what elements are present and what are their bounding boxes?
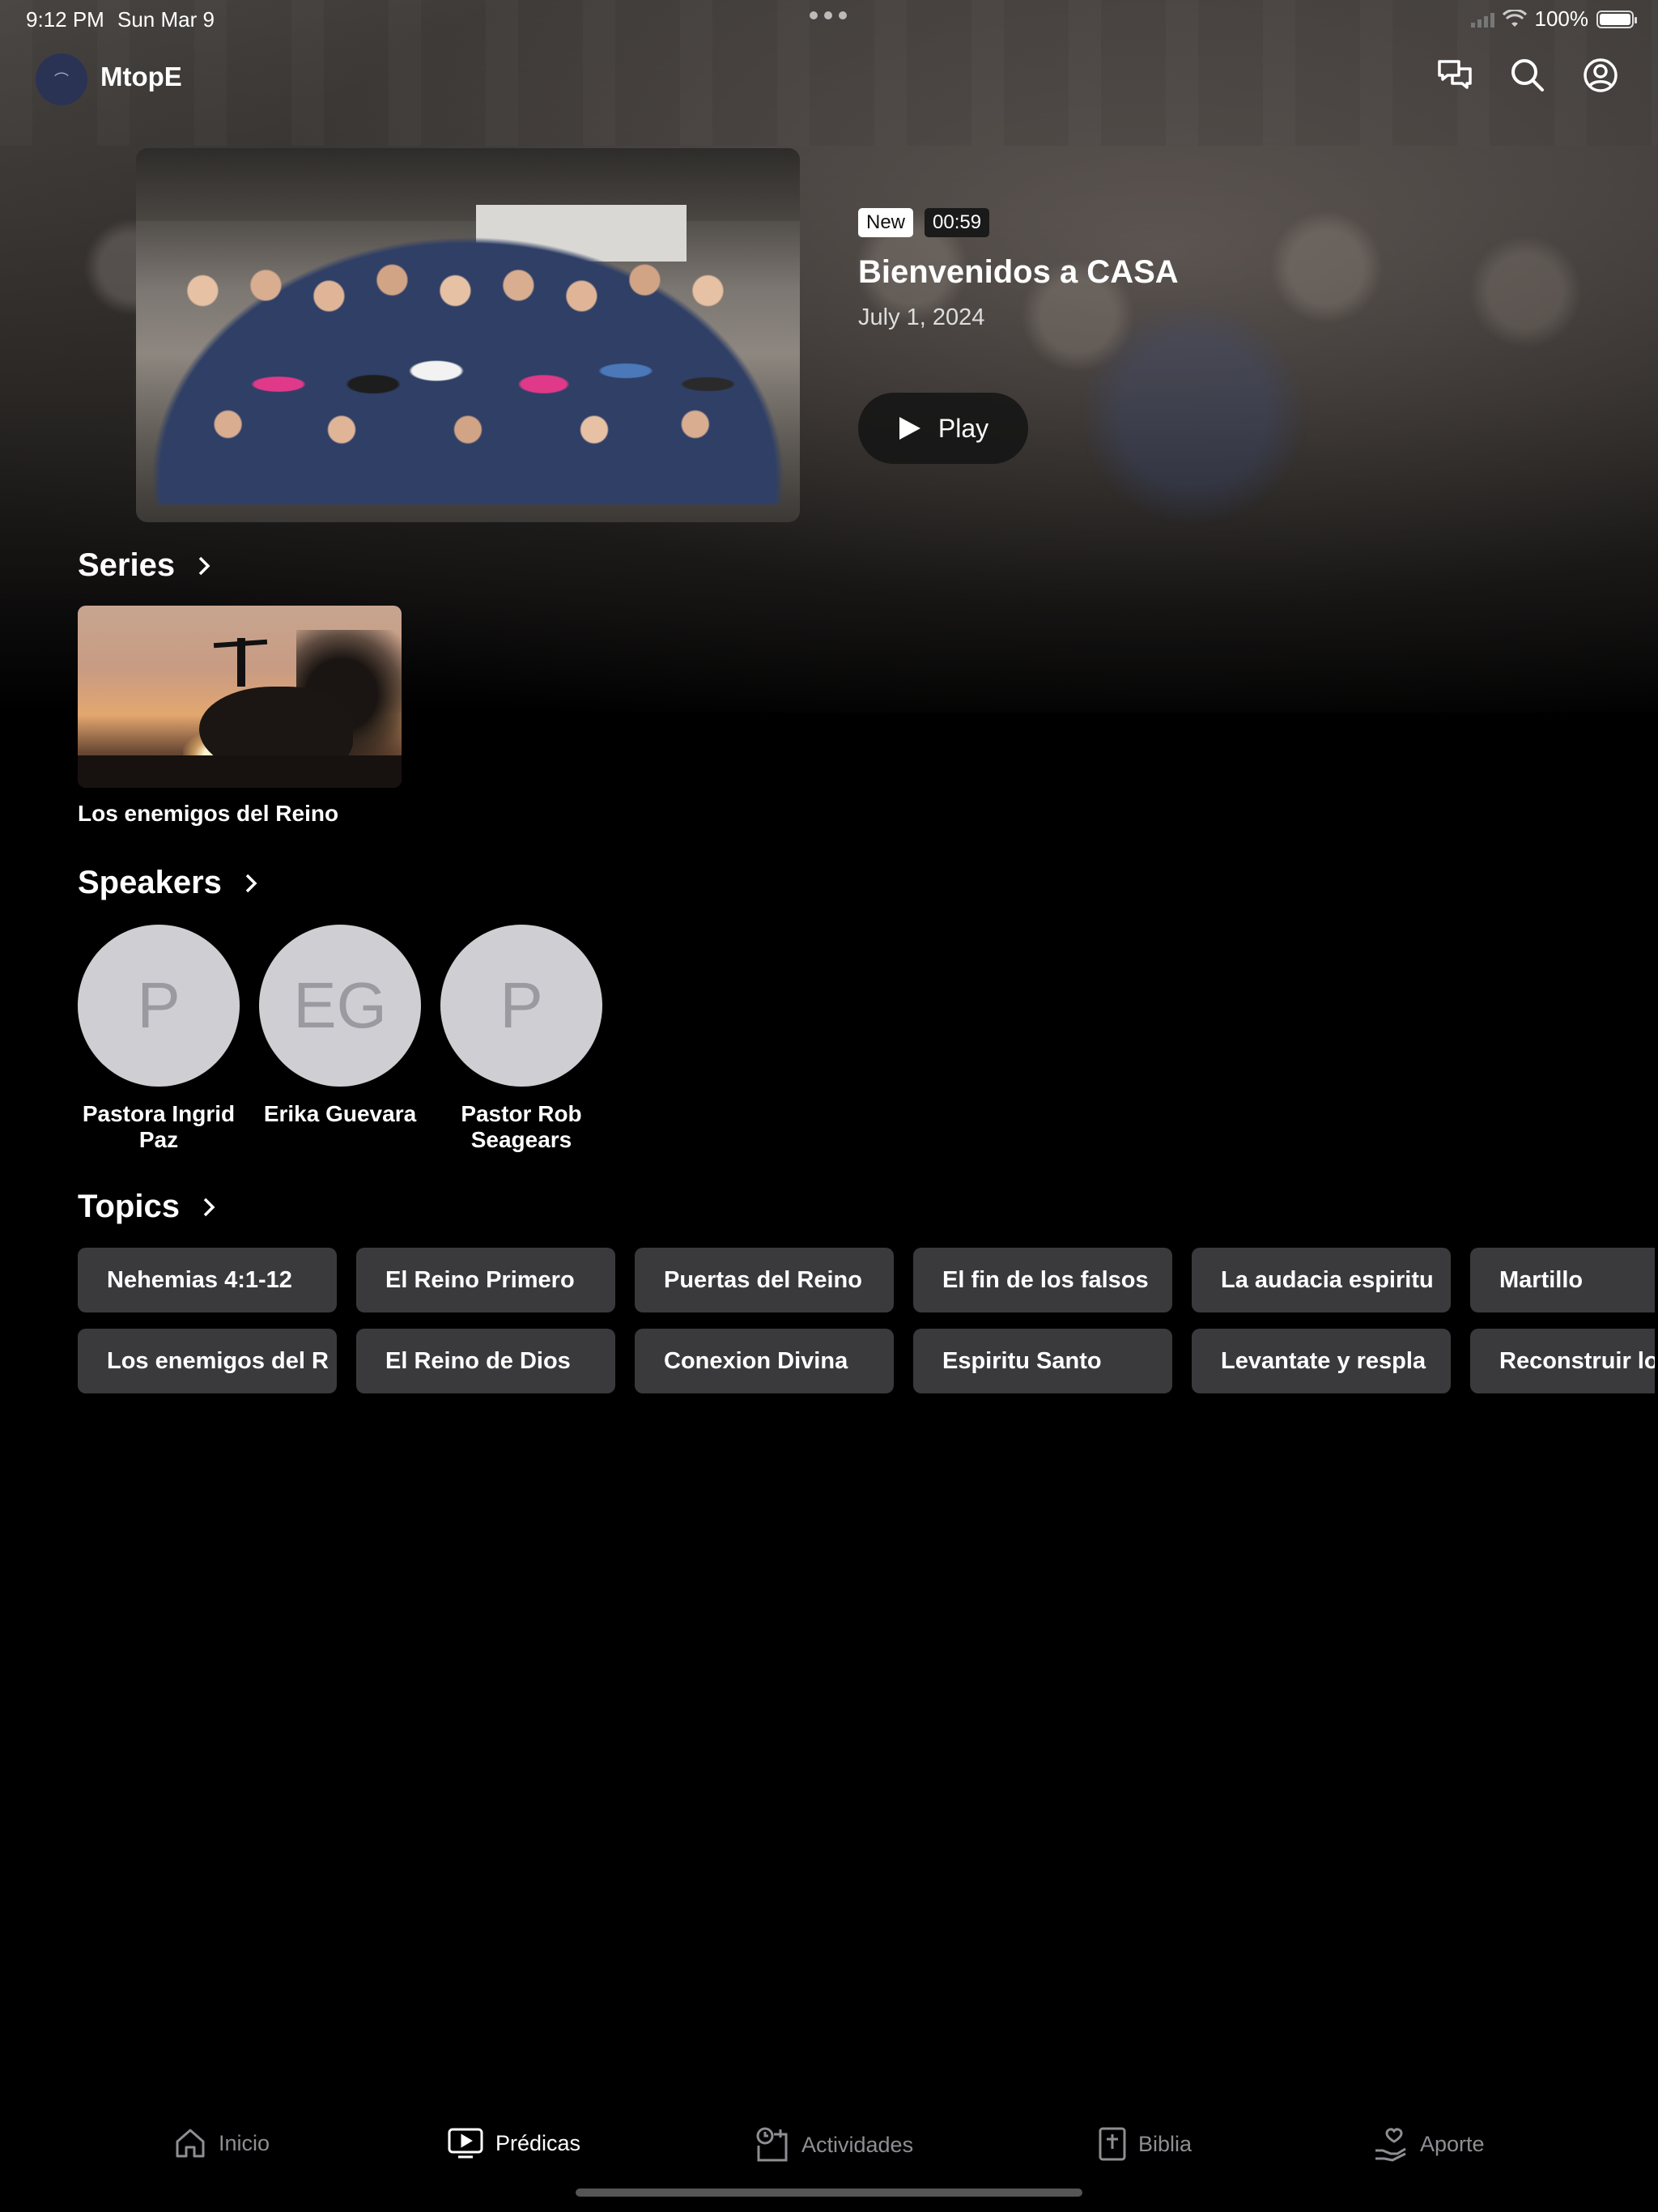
- topic-chip[interactable]: Espiritu Santo: [913, 1329, 1172, 1393]
- speaker-name: Pastor Rob Seagears: [461, 1101, 582, 1152]
- tv-icon: [448, 2128, 483, 2159]
- topics-row-2: Los enemigos del R El Reino de Dios Cone…: [78, 1329, 1655, 1393]
- chevron-right-icon: [245, 874, 257, 892]
- series-heading: Series: [78, 547, 176, 583]
- tab-aporte[interactable]: Aporte: [1373, 2126, 1485, 2162]
- avatar: P: [440, 925, 602, 1087]
- featured-date: July 1, 2024: [858, 304, 985, 330]
- chevron-right-icon: [198, 556, 210, 575]
- topic-chip[interactable]: Los enemigos del R: [78, 1329, 337, 1393]
- tab-inicio[interactable]: Inicio: [173, 2126, 270, 2160]
- series-title: Los enemigos del Reino: [78, 801, 339, 826]
- search-icon[interactable]: [1509, 57, 1546, 94]
- wifi-icon: [1502, 9, 1527, 27]
- tab-actividades[interactable]: Actividades: [755, 2126, 913, 2163]
- cellular-signal-icon: [1470, 11, 1494, 28]
- topic-chip[interactable]: El fin de los falsos: [913, 1248, 1172, 1312]
- topic-chip[interactable]: Conexion Divina: [635, 1329, 894, 1393]
- featured-thumbnail[interactable]: [136, 148, 800, 522]
- avatar: P: [78, 925, 240, 1087]
- play-label: Play: [937, 413, 989, 443]
- play-button[interactable]: Play: [858, 393, 1028, 464]
- play-icon: [899, 417, 920, 440]
- bible-icon: [1099, 2127, 1126, 2161]
- battery-percent: 100%: [1534, 6, 1589, 31]
- app-logo[interactable]: ⌒: [36, 53, 87, 105]
- topic-chip[interactable]: Levantate y respla: [1192, 1329, 1451, 1393]
- topic-chip[interactable]: Nehemias 4:1-12: [78, 1248, 337, 1312]
- multitasking-dots[interactable]: [810, 11, 847, 19]
- topics-row-1: Nehemias 4:1-12 El Reino Primero Puertas…: [78, 1248, 1655, 1312]
- status-date: Sun Mar 9: [117, 7, 215, 32]
- give-heart-icon: [1375, 2128, 1406, 2162]
- topic-chip[interactable]: Reconstruir los: [1470, 1329, 1655, 1393]
- avatar: EG: [259, 925, 421, 1087]
- topic-chip[interactable]: La audacia espiritu: [1192, 1248, 1451, 1312]
- featured-title[interactable]: Bienvenidos a CASA: [858, 254, 1179, 291]
- status-bar: 9:12 PM Sun Mar 9 100%: [0, 0, 1658, 39]
- speakers-heading: Speakers: [78, 865, 222, 900]
- chevron-right-icon: [203, 1197, 215, 1216]
- tab-bar: Inicio Prédicas Actividades Biblia Aport…: [0, 2105, 1658, 2194]
- series-header[interactable]: Series: [78, 547, 210, 584]
- topic-chip[interactable]: El Reino Primero: [356, 1248, 615, 1312]
- series-card[interactable]: Los enemigos del Reino: [78, 606, 402, 827]
- new-badge: New: [858, 208, 914, 237]
- home-indicator[interactable]: [576, 2189, 1082, 2197]
- topic-chip[interactable]: Martillo: [1470, 1248, 1655, 1312]
- tab-label: Aporte: [1420, 2131, 1485, 2156]
- battery-icon: [1596, 10, 1637, 28]
- tab-label: Inicio: [219, 2130, 270, 2155]
- tab-biblia[interactable]: Biblia: [1098, 2126, 1192, 2162]
- duration-badge: 00:59: [925, 208, 990, 237]
- speaker-card[interactable]: P Pastor Rob Seagears: [440, 925, 602, 1153]
- series-thumbnail: [78, 606, 402, 788]
- topic-chip[interactable]: Puertas del Reino: [635, 1248, 894, 1312]
- topics-header[interactable]: Topics: [78, 1189, 215, 1225]
- tab-label: Prédicas: [495, 2130, 581, 2155]
- status-time: 9:12 PM: [26, 7, 104, 32]
- speaker-name: Erika Guevara: [263, 1101, 417, 1126]
- tab-label: Actividades: [801, 2132, 914, 2157]
- speaker-card[interactable]: EG Erika Guevara: [259, 925, 421, 1127]
- account-icon[interactable]: [1582, 57, 1619, 94]
- home-icon: [176, 2129, 205, 2158]
- calendar-clock-icon: [756, 2127, 788, 2162]
- speaker-name: Pastora Ingrid Paz: [82, 1101, 236, 1152]
- topics-heading: Topics: [78, 1189, 180, 1224]
- chat-icon[interactable]: [1436, 57, 1473, 94]
- topic-chip[interactable]: El Reino de Dios: [356, 1329, 615, 1393]
- speaker-card[interactable]: P Pastora Ingrid Paz: [78, 925, 240, 1153]
- app-name: MtopE: [100, 62, 182, 91]
- speakers-header[interactable]: Speakers: [78, 865, 257, 901]
- tab-label: Biblia: [1138, 2131, 1192, 2156]
- tab-predicas[interactable]: Prédicas: [447, 2126, 580, 2160]
